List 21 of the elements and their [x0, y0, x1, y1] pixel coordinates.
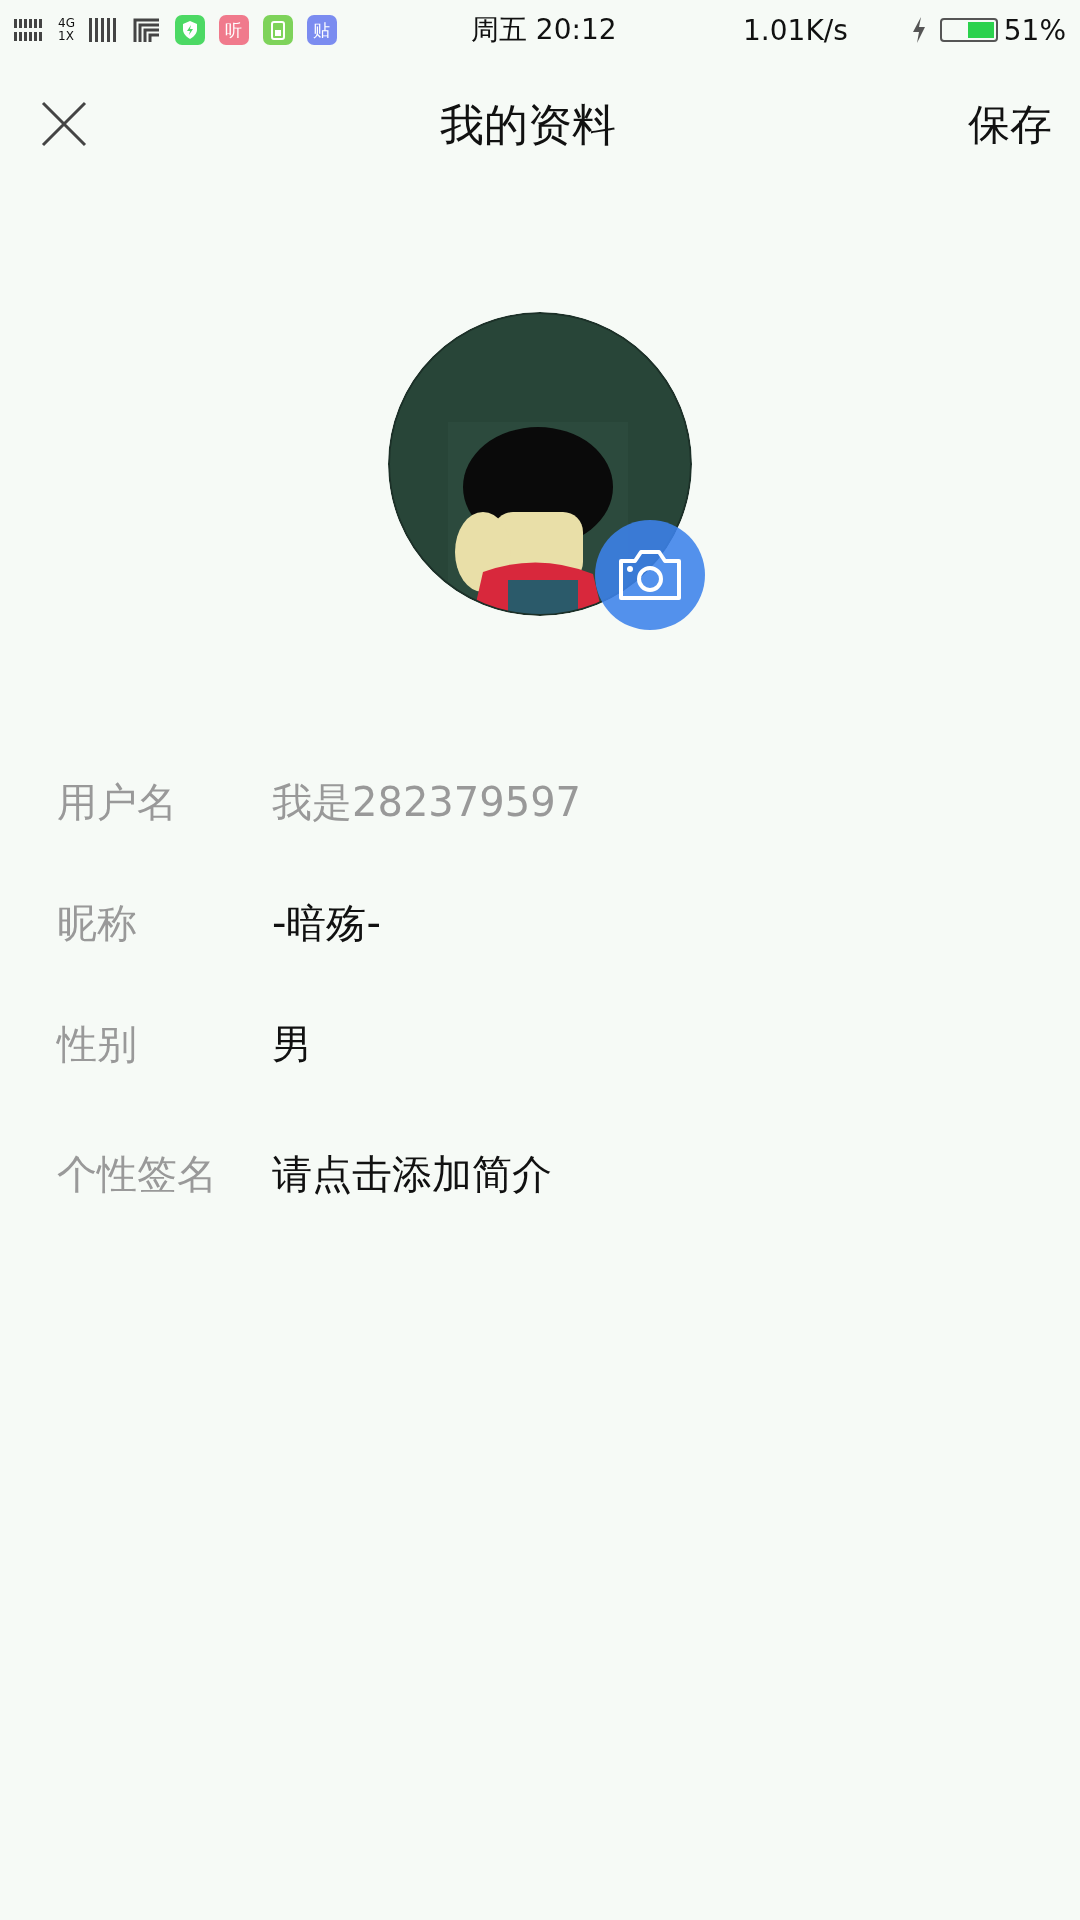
field-label: 个性签名 [57, 1149, 218, 1199]
field-value[interactable]: 请点击添加简介 [272, 1146, 552, 1202]
status-time: 周五 20:12 [470, 12, 617, 48]
battery-icon [939, 18, 998, 42]
field-value[interactable]: -暗殇- [272, 896, 381, 951]
signal-icon [14, 19, 44, 41]
app-notification-icon: 听 [218, 15, 249, 45]
save-button[interactable]: 保存 [968, 97, 1052, 153]
signal-icon [88, 18, 119, 42]
camera-icon [617, 549, 683, 601]
page-title: 我的资料 [440, 97, 616, 152]
network-type: 4G [58, 17, 75, 30]
field-label: 性别 [57, 1020, 138, 1069]
field-value[interactable]: 男 [272, 1017, 312, 1072]
battery-percent: 51% [1003, 13, 1066, 47]
app-notification-icon: 贴 [306, 15, 337, 45]
network-type: 1X [58, 30, 75, 43]
field-value: 我是282379597 [272, 778, 582, 827]
field-label: 昵称 [57, 899, 138, 948]
network-speed: 1.01K/s [743, 13, 848, 47]
field-label: 用户名 [57, 778, 178, 827]
